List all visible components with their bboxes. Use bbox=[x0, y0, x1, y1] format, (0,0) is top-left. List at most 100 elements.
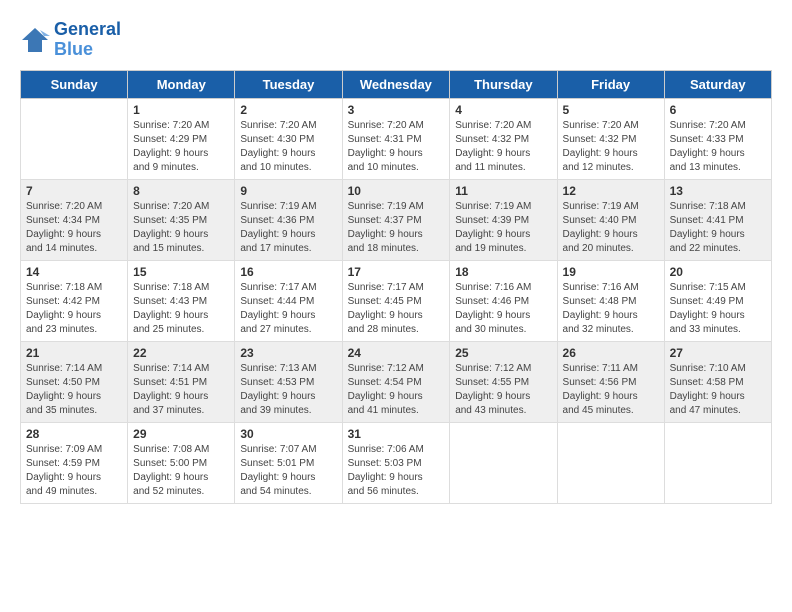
calendar-cell bbox=[21, 98, 128, 179]
day-number: 9 bbox=[240, 184, 336, 198]
weekday-header-sunday: Sunday bbox=[21, 70, 128, 98]
week-row-4: 21 Sunrise: 7:14 AM Sunset: 4:50 PM Dayli… bbox=[21, 341, 772, 422]
day-info: Sunrise: 7:20 AM Sunset: 4:29 PM Dayligh… bbox=[133, 119, 229, 175]
day-info: Sunrise: 7:10 AM Sunset: 4:58 PM Dayligh… bbox=[670, 362, 766, 418]
day-number: 16 bbox=[240, 265, 336, 279]
calendar-cell: 18 Sunrise: 7:16 AM Sunset: 4:46 PM Dayli… bbox=[450, 260, 557, 341]
week-row-5: 28 Sunrise: 7:09 AM Sunset: 4:59 PM Dayli… bbox=[21, 422, 772, 503]
weekday-header-tuesday: Tuesday bbox=[235, 70, 342, 98]
day-info: Sunrise: 7:20 AM Sunset: 4:30 PM Dayligh… bbox=[240, 119, 336, 175]
calendar-cell: 5 Sunrise: 7:20 AM Sunset: 4:32 PM Daylig… bbox=[557, 98, 664, 179]
calendar-cell: 9 Sunrise: 7:19 AM Sunset: 4:36 PM Daylig… bbox=[235, 179, 342, 260]
day-number: 25 bbox=[455, 346, 551, 360]
day-info: Sunrise: 7:17 AM Sunset: 4:45 PM Dayligh… bbox=[348, 281, 445, 337]
day-info: Sunrise: 7:12 AM Sunset: 4:54 PM Dayligh… bbox=[348, 362, 445, 418]
week-row-2: 7 Sunrise: 7:20 AM Sunset: 4:34 PM Daylig… bbox=[21, 179, 772, 260]
day-number: 28 bbox=[26, 427, 122, 441]
day-number: 12 bbox=[563, 184, 659, 198]
week-row-3: 14Sunrise: 7:18 AM Sunset: 4:42 PM Dayli… bbox=[21, 260, 772, 341]
day-info: Sunrise: 7:20 AM Sunset: 4:35 PM Dayligh… bbox=[133, 200, 229, 256]
day-info: Sunrise: 7:18 AM Sunset: 4:42 PM Dayligh… bbox=[26, 281, 122, 337]
calendar-cell: 11 Sunrise: 7:19 AM Sunset: 4:39 PM Dayli… bbox=[450, 179, 557, 260]
calendar-cell: 27 Sunrise: 7:10 AM Sunset: 4:58 PM Dayli… bbox=[664, 341, 771, 422]
day-number: 19 bbox=[563, 265, 659, 279]
day-number: 30 bbox=[240, 427, 336, 441]
day-number: 7 bbox=[26, 184, 122, 198]
day-number: 27 bbox=[670, 346, 766, 360]
calendar-cell: 28 Sunrise: 7:09 AM Sunset: 4:59 PM Dayli… bbox=[21, 422, 128, 503]
calendar-cell: 13 Sunrise: 7:18 AM Sunset: 4:41 PM Dayli… bbox=[664, 179, 771, 260]
day-info: Sunrise: 7:16 AM Sunset: 4:46 PM Dayligh… bbox=[455, 281, 551, 337]
calendar-cell bbox=[450, 422, 557, 503]
day-info: Sunrise: 7:07 AM Sunset: 5:01 PM Dayligh… bbox=[240, 443, 336, 499]
calendar-cell: 4 Sunrise: 7:20 AM Sunset: 4:32 PM Daylig… bbox=[450, 98, 557, 179]
day-info: Sunrise: 7:08 AM Sunset: 5:00 PM Dayligh… bbox=[133, 443, 229, 499]
day-info: Sunrise: 7:14 AM Sunset: 4:50 PM Dayligh… bbox=[26, 362, 122, 418]
day-number: 5 bbox=[563, 103, 659, 117]
weekday-header-row: SundayMondayTuesdayWednesdayThursdayFrid… bbox=[21, 70, 772, 98]
weekday-header-friday: Friday bbox=[557, 70, 664, 98]
calendar-cell: 2 Sunrise: 7:20 AM Sunset: 4:30 PM Daylig… bbox=[235, 98, 342, 179]
day-number: 3 bbox=[348, 103, 445, 117]
weekday-header-wednesday: Wednesday bbox=[342, 70, 450, 98]
day-number: 18 bbox=[455, 265, 551, 279]
calendar-cell: 10 Sunrise: 7:19 AM Sunset: 4:37 PM Dayli… bbox=[342, 179, 450, 260]
day-number: 15 bbox=[133, 265, 229, 279]
calendar-cell: 21 Sunrise: 7:14 AM Sunset: 4:50 PM Dayli… bbox=[21, 341, 128, 422]
day-number: 22 bbox=[133, 346, 229, 360]
day-number: 23 bbox=[240, 346, 336, 360]
calendar-cell: 19 Sunrise: 7:16 AM Sunset: 4:48 PM Dayli… bbox=[557, 260, 664, 341]
day-info: Sunrise: 7:14 AM Sunset: 4:51 PM Dayligh… bbox=[133, 362, 229, 418]
calendar-cell: 16 Sunrise: 7:17 AM Sunset: 4:44 PM Dayli… bbox=[235, 260, 342, 341]
day-number: 8 bbox=[133, 184, 229, 198]
day-number: 20 bbox=[670, 265, 766, 279]
day-number: 11 bbox=[455, 184, 551, 198]
day-info: Sunrise: 7:13 AM Sunset: 4:53 PM Dayligh… bbox=[240, 362, 336, 418]
calendar-cell: 8 Sunrise: 7:20 AM Sunset: 4:35 PM Daylig… bbox=[128, 179, 235, 260]
day-number: 1 bbox=[133, 103, 229, 117]
day-info: Sunrise: 7:19 AM Sunset: 4:37 PM Dayligh… bbox=[348, 200, 445, 256]
day-info: Sunrise: 7:06 AM Sunset: 5:03 PM Dayligh… bbox=[348, 443, 445, 499]
day-number: 10 bbox=[348, 184, 445, 198]
day-info: Sunrise: 7:20 AM Sunset: 4:32 PM Dayligh… bbox=[563, 119, 659, 175]
logo-text: General Blue bbox=[54, 20, 121, 60]
day-number: 13 bbox=[670, 184, 766, 198]
day-info: Sunrise: 7:12 AM Sunset: 4:55 PM Dayligh… bbox=[455, 362, 551, 418]
calendar-cell: 22 Sunrise: 7:14 AM Sunset: 4:51 PM Dayli… bbox=[128, 341, 235, 422]
calendar-cell: 23 Sunrise: 7:13 AM Sunset: 4:53 PM Dayli… bbox=[235, 341, 342, 422]
calendar-cell: 31 Sunrise: 7:06 AM Sunset: 5:03 PM Dayli… bbox=[342, 422, 450, 503]
day-info: Sunrise: 7:19 AM Sunset: 4:36 PM Dayligh… bbox=[240, 200, 336, 256]
calendar-cell: 30 Sunrise: 7:07 AM Sunset: 5:01 PM Dayli… bbox=[235, 422, 342, 503]
calendar-cell: 14Sunrise: 7:18 AM Sunset: 4:42 PM Dayli… bbox=[21, 260, 128, 341]
day-number: 6 bbox=[670, 103, 766, 117]
day-info: Sunrise: 7:20 AM Sunset: 4:32 PM Dayligh… bbox=[455, 119, 551, 175]
day-number: 26 bbox=[563, 346, 659, 360]
calendar-cell: 12 Sunrise: 7:19 AM Sunset: 4:40 PM Dayli… bbox=[557, 179, 664, 260]
calendar-cell: 7 Sunrise: 7:20 AM Sunset: 4:34 PM Daylig… bbox=[21, 179, 128, 260]
day-info: Sunrise: 7:16 AM Sunset: 4:48 PM Dayligh… bbox=[563, 281, 659, 337]
day-info: Sunrise: 7:20 AM Sunset: 4:31 PM Dayligh… bbox=[348, 119, 445, 175]
header: General Blue bbox=[20, 20, 772, 60]
calendar-cell bbox=[664, 422, 771, 503]
day-number: 17 bbox=[348, 265, 445, 279]
calendar-cell: 15Sunrise: 7:18 AM Sunset: 4:43 PM Dayli… bbox=[128, 260, 235, 341]
logo: General Blue bbox=[20, 20, 121, 60]
day-info: Sunrise: 7:20 AM Sunset: 4:33 PM Dayligh… bbox=[670, 119, 766, 175]
day-number: 21 bbox=[26, 346, 122, 360]
day-number: 31 bbox=[348, 427, 445, 441]
day-info: Sunrise: 7:19 AM Sunset: 4:39 PM Dayligh… bbox=[455, 200, 551, 256]
day-info: Sunrise: 7:20 AM Sunset: 4:34 PM Dayligh… bbox=[26, 200, 122, 256]
calendar-cell: 1 Sunrise: 7:20 AM Sunset: 4:29 PM Daylig… bbox=[128, 98, 235, 179]
weekday-header-saturday: Saturday bbox=[664, 70, 771, 98]
calendar-cell: 25 Sunrise: 7:12 AM Sunset: 4:55 PM Dayli… bbox=[450, 341, 557, 422]
day-info: Sunrise: 7:18 AM Sunset: 4:41 PM Dayligh… bbox=[670, 200, 766, 256]
calendar-cell: 29Sunrise: 7:08 AM Sunset: 5:00 PM Dayli… bbox=[128, 422, 235, 503]
day-info: Sunrise: 7:09 AM Sunset: 4:59 PM Dayligh… bbox=[26, 443, 122, 499]
week-row-1: 1 Sunrise: 7:20 AM Sunset: 4:29 PM Daylig… bbox=[21, 98, 772, 179]
day-info: Sunrise: 7:19 AM Sunset: 4:40 PM Dayligh… bbox=[563, 200, 659, 256]
calendar-table: SundayMondayTuesdayWednesdayThursdayFrid… bbox=[20, 70, 772, 504]
logo-bird-icon bbox=[20, 26, 50, 54]
day-number: 4 bbox=[455, 103, 551, 117]
day-info: Sunrise: 7:17 AM Sunset: 4:44 PM Dayligh… bbox=[240, 281, 336, 337]
day-number: 2 bbox=[240, 103, 336, 117]
